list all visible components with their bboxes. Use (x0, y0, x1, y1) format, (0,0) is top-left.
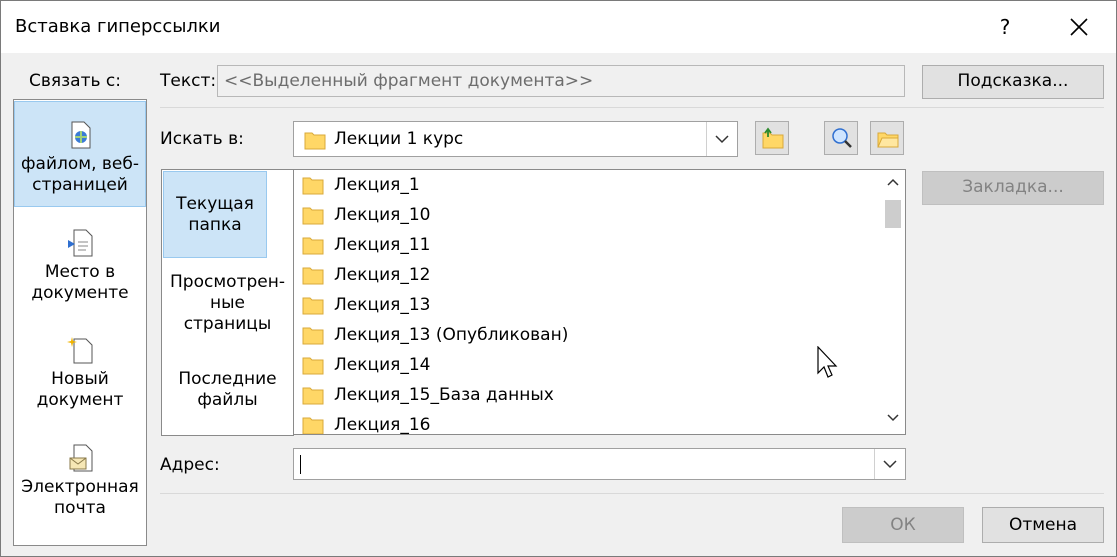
scroll-thumb[interactable] (885, 200, 901, 228)
look-in-value: Лекции 1 курс (334, 129, 464, 149)
link-with-label: Связать с: (29, 71, 121, 91)
file-name: Лекция_15_База данных (334, 385, 554, 405)
file-name: Лекция_13 (334, 295, 431, 315)
folder-icon (302, 177, 324, 195)
insert-hyperlink-dialog: Вставка гиперссылки ? Связать с: файлом,… (0, 0, 1117, 557)
look-in-label: Искать в: (160, 129, 244, 149)
separator-bottom (160, 493, 1104, 494)
address-dropdown-arrow[interactable] (874, 449, 905, 479)
link-new-document-label: Новый (51, 369, 109, 389)
close-icon (1070, 18, 1088, 36)
help-button[interactable]: ? (987, 9, 1023, 45)
address-input[interactable] (293, 448, 906, 480)
nav-recent-files-label-2: файлы (197, 390, 258, 410)
up-folder-icon (762, 127, 784, 149)
folder-icon (302, 357, 324, 375)
ok-button[interactable]: ОК (842, 507, 964, 543)
link-email-label-2: почта (54, 498, 106, 518)
text-label: Текст: (160, 71, 217, 91)
web-page-icon (71, 121, 91, 149)
file-name: Лекция_12 (334, 265, 431, 285)
look-in-dropdown-arrow[interactable] (706, 122, 737, 156)
dialog-title: Вставка гиперссылки (15, 16, 221, 37)
link-new-document-label-2: документ (36, 390, 124, 410)
folder-icon (304, 132, 326, 150)
link-place-in-document-item[interactable]: Место в документе (14, 228, 146, 304)
folder-icon (302, 417, 324, 434)
bookmark-button[interactable]: Закладка... (922, 171, 1104, 205)
folder-icon (302, 327, 324, 345)
address-label: Адрес: (160, 455, 220, 475)
separator-top (160, 107, 1104, 108)
cancel-button[interactable]: Отмена (982, 507, 1104, 543)
browse-file-icon (877, 132, 899, 148)
file-name: Лекция_11 (334, 235, 431, 255)
link-with-panel: файлом, веб- страницей Место в документе… (13, 99, 147, 546)
browse-web-icon (832, 128, 852, 148)
new-document-icon (67, 337, 93, 364)
file-name: Лекция_13 (Опубликован) (334, 325, 569, 345)
browse-web-button[interactable] (824, 121, 858, 155)
nav-recent-files-label: Последние (178, 369, 277, 389)
text-caret (300, 455, 301, 474)
text-to-display-field[interactable]: <<Выделенный фрагмент документа>> (217, 65, 905, 97)
file-name: Лекция_14 (334, 355, 431, 375)
nav-current-folder-label: Текущая (176, 194, 254, 214)
email-icon (69, 444, 93, 472)
title-bar: Вставка гиперссылки ? (1, 1, 1116, 53)
folder-icon (302, 267, 324, 285)
chevron-up-icon (887, 178, 899, 186)
folder-icon (302, 237, 324, 255)
folder-icon (302, 297, 324, 315)
scroll-down-button[interactable] (881, 410, 905, 432)
file-list-scrollbar[interactable] (881, 170, 905, 434)
link-place-in-document-label-2: документе (31, 283, 129, 303)
place-in-document-icon (68, 229, 93, 257)
link-existing-file-label: файлом, веб- (21, 154, 139, 174)
browse-locations-panel: Текущая папка Просмотрен- ные страницы П… (161, 169, 294, 436)
file-list[interactable]: Лекция_1 Лекция_10 Лекция_11 Лекция_12 Л… (293, 169, 906, 435)
up-one-folder-button[interactable] (755, 121, 789, 155)
mouse-cursor-icon (817, 346, 838, 378)
link-place-in-document-label: Место в (44, 262, 116, 282)
folder-icon (302, 387, 324, 405)
scroll-up-button[interactable] (881, 174, 905, 196)
link-existing-file-label-2: страницей (32, 175, 128, 195)
file-name: Лекция_1 (334, 175, 420, 195)
link-email-label: Электронная (21, 477, 139, 497)
nav-browsed-pages-label: Просмотрен- (170, 272, 285, 292)
link-email-item[interactable]: Электронная почта (14, 443, 146, 519)
file-name: Лекция_10 (334, 205, 431, 225)
chevron-down-icon (887, 414, 899, 422)
nav-browsed-pages-label-3: страницы (183, 314, 272, 334)
browse-file-button[interactable] (870, 121, 904, 155)
file-name: Лекция_16 (334, 415, 431, 435)
nav-recent-files[interactable]: Последние файлы (162, 369, 293, 411)
chevron-down-icon (715, 135, 729, 144)
look-in-dropdown[interactable]: Лекции 1 курс (293, 121, 738, 157)
nav-current-folder[interactable]: Текущая папка (163, 171, 267, 258)
link-existing-file-item[interactable]: файлом, веб- страницей (14, 101, 146, 207)
chevron-down-icon (883, 460, 897, 469)
link-new-document-item[interactable]: Новый документ (14, 335, 146, 411)
nav-browsed-pages[interactable]: Просмотрен- ные страницы (162, 272, 293, 335)
folder-icon (302, 207, 324, 225)
nav-browsed-pages-label-2: ные (210, 293, 245, 313)
close-button[interactable] (1059, 9, 1099, 45)
nav-current-folder-label-2: папка (188, 215, 242, 235)
screentip-button[interactable]: Подсказка... (922, 65, 1104, 99)
